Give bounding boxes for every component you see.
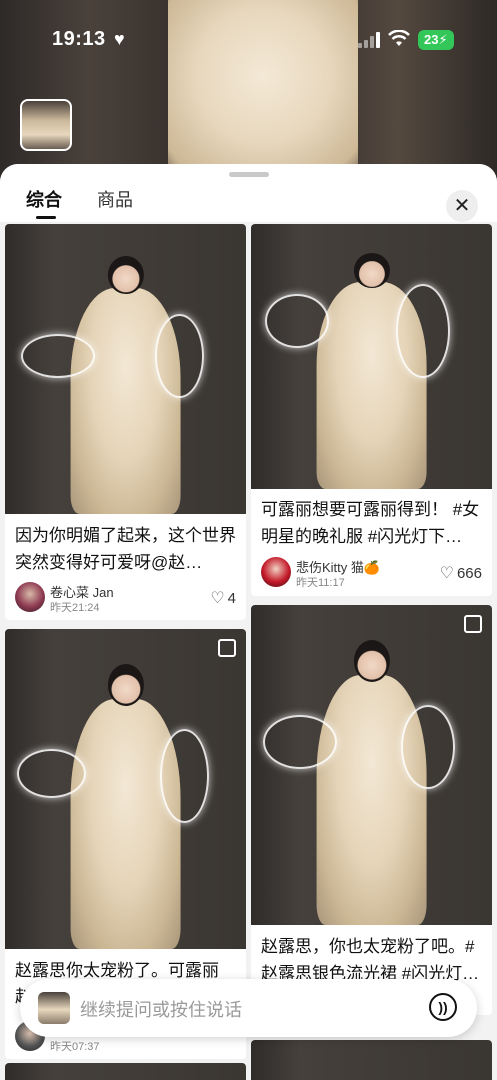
source-image-thumbnail[interactable] [20, 99, 72, 151]
tab-comprehensive[interactable]: 综合 [26, 186, 62, 212]
post-card[interactable] [5, 1063, 246, 1080]
ask-input-bar[interactable]: 继续提问或按住说话 )) [20, 979, 477, 1037]
post-image [5, 224, 246, 514]
post-title: 因为你明媚了起来，这个世界突然变得好可爱呀@赵… [15, 526, 236, 572]
close-icon: ✕ [453, 195, 471, 217]
post-card[interactable]: 赵露思，你也太宠粉了吧。#赵露思银色流光裙 #闪光灯… [251, 605, 492, 1015]
sheet-header: 综合 商品 ✕ [0, 164, 497, 222]
battery-indicator: 23⚡ [418, 30, 454, 50]
author-row: 悲伤Kitty 猫🍊 昨天11:17 ♡ 666 [261, 557, 482, 589]
post-date: 昨天21:24 [50, 602, 100, 614]
post-date: 昨天07:37 [50, 1041, 100, 1053]
ask-input-placeholder[interactable]: 继续提问或按住说话 [80, 996, 242, 1022]
post-image [251, 224, 492, 489]
multi-image-icon [218, 639, 236, 657]
post-date: 昨天11:17 [296, 577, 345, 589]
battery-level: 23 [424, 32, 439, 47]
active-tab-indicator [36, 216, 56, 219]
avatar[interactable] [261, 557, 291, 587]
drag-handle[interactable] [229, 172, 269, 177]
post-image [251, 1040, 492, 1080]
author-row: 卷心菜 Jan 昨天21:24 ♡ 4 [15, 582, 236, 614]
close-button[interactable]: ✕ [446, 190, 478, 222]
post-image [251, 605, 492, 925]
signal-icon [358, 32, 380, 48]
heart-icon: ♥ [114, 29, 125, 49]
status-bar: 19:13 ♥ 23⚡ [0, 28, 497, 54]
voice-input-button[interactable]: )) [429, 993, 457, 1021]
post-card[interactable]: 可露丽想要可露丽得到！ #女明星的晚礼服 #闪光灯下… 悲伤Kitty 猫🍊 昨… [251, 224, 492, 596]
multi-image-icon [464, 615, 482, 633]
post-image [5, 629, 246, 949]
avatar[interactable] [15, 582, 45, 612]
post-card[interactable] [251, 1040, 492, 1080]
tab-products[interactable]: 商品 [97, 186, 133, 212]
like-count: 4 [227, 590, 236, 607]
like-button[interactable]: ♡ 4 [210, 588, 236, 608]
charging-icon: ⚡ [438, 32, 448, 47]
sound-wave-icon: )) [438, 999, 448, 1015]
heart-outline-icon: ♡ [210, 590, 225, 607]
post-image [5, 1063, 246, 1080]
like-count: 666 [456, 565, 482, 582]
status-time: 19:13 [52, 28, 106, 50]
heart-outline-icon: ♡ [439, 565, 454, 582]
results-sheet: 综合 商品 ✕ 因为你明媚了起来，这个世界突然变得好可爱呀@赵… 卷心菜 Jan… [0, 164, 497, 1080]
input-image-thumbnail [38, 992, 70, 1024]
wifi-icon [388, 29, 410, 53]
like-button[interactable]: ♡ 666 [440, 563, 482, 583]
post-title: 可露丽想要可露丽得到！ #女明星的晚礼服 #闪光灯下… [261, 500, 480, 546]
post-card[interactable]: 因为你明媚了起来，这个世界突然变得好可爱呀@赵… 卷心菜 Jan 昨天21:24… [5, 224, 246, 620]
